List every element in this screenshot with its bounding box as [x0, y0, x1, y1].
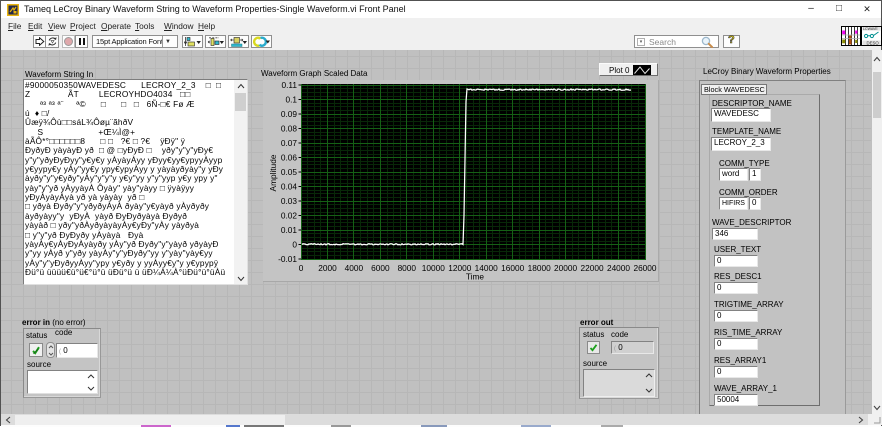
svg-text:0: 0	[299, 263, 304, 273]
svg-text:8000: 8000	[398, 263, 417, 273]
svg-text:0.07: 0.07	[281, 138, 298, 148]
svg-text:-0.01: -0.01	[278, 254, 297, 264]
svg-text:4000: 4000	[345, 263, 364, 273]
svg-text:20000: 20000	[554, 263, 577, 273]
svg-text:0.09: 0.09	[281, 109, 298, 119]
svg-text:0.08: 0.08	[281, 123, 298, 133]
svg-text:0: 0	[292, 239, 297, 249]
svg-text:0.01: 0.01	[281, 225, 298, 235]
svg-text:24000: 24000	[607, 263, 630, 273]
svg-text:18000: 18000	[528, 263, 551, 273]
svg-text:0.06: 0.06	[281, 152, 298, 162]
svg-text:22000: 22000	[581, 263, 604, 273]
svg-text:26000: 26000	[633, 263, 656, 273]
svg-text:Amplitude: Amplitude	[268, 154, 278, 191]
svg-text:10000: 10000	[422, 263, 445, 273]
svg-text:16000: 16000	[501, 263, 524, 273]
svg-text:0.04: 0.04	[281, 181, 298, 191]
svg-text:Time: Time	[466, 272, 485, 282]
svg-text:LCWAVE: LCWAVE	[863, 27, 878, 31]
svg-text:DESO: DESO	[867, 41, 880, 46]
svg-text:0.11: 0.11	[281, 80, 297, 90]
svg-text:0.03: 0.03	[281, 196, 298, 206]
svg-text:2000: 2000	[318, 263, 337, 273]
svg-text:6000: 6000	[371, 263, 390, 273]
svg-text:0.1: 0.1	[285, 94, 297, 104]
svg-text:0.05: 0.05	[281, 167, 298, 177]
svg-text:0.02: 0.02	[281, 210, 298, 220]
